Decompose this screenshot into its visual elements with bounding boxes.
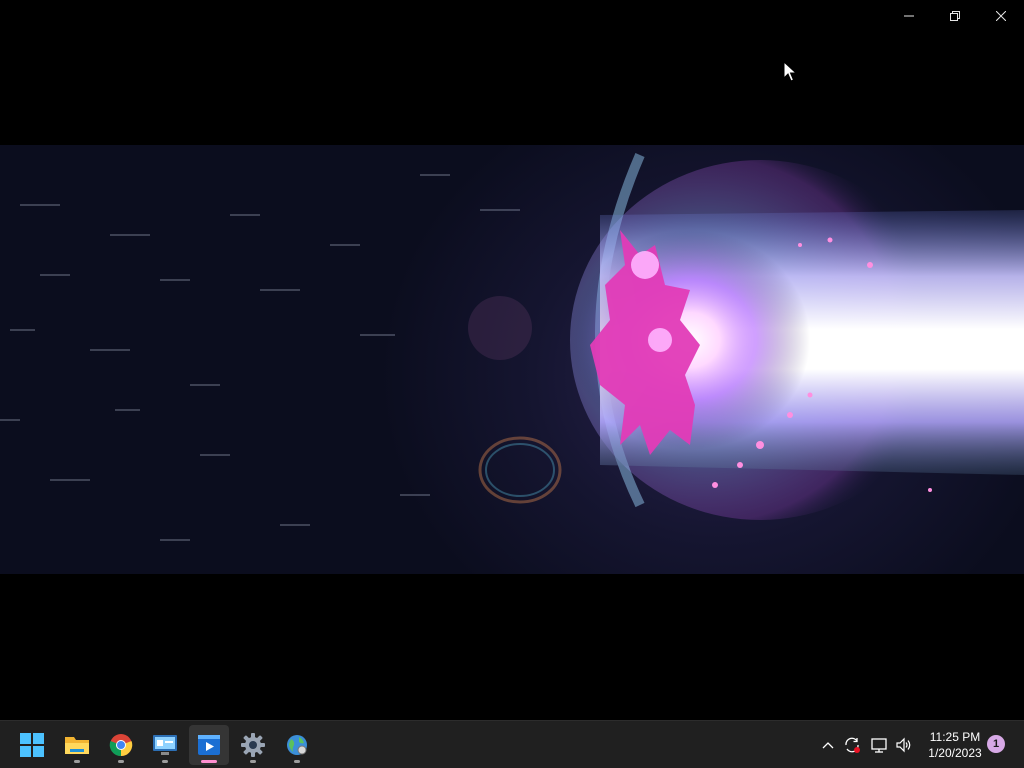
show-hidden-icons-button[interactable] bbox=[818, 733, 838, 757]
globe-icon bbox=[287, 735, 307, 755]
running-indicator bbox=[118, 760, 124, 763]
tray-clock[interactable]: 11:25 PM 1/20/2023 bbox=[922, 729, 988, 761]
notification-badge[interactable]: 1 bbox=[987, 735, 1005, 753]
taskbar-media-player[interactable] bbox=[189, 725, 229, 765]
video-artwork bbox=[0, 153, 1024, 541]
chrome-icon bbox=[109, 734, 133, 757]
mouse-cursor-icon bbox=[783, 61, 797, 82]
network-icon bbox=[871, 738, 887, 753]
running-indicator bbox=[250, 760, 256, 763]
taskbar-chrome[interactable] bbox=[101, 725, 141, 765]
window-controls bbox=[886, 0, 1024, 32]
restore-icon bbox=[950, 11, 960, 21]
running-indicator bbox=[74, 760, 80, 763]
minimize-button[interactable] bbox=[886, 0, 932, 32]
tray-sync[interactable] bbox=[842, 733, 862, 757]
close-icon bbox=[996, 11, 1006, 21]
taskbar-file-explorer[interactable] bbox=[57, 725, 97, 765]
taskbar-settings[interactable] bbox=[233, 725, 273, 765]
tray-volume[interactable] bbox=[894, 733, 914, 757]
close-button[interactable] bbox=[978, 0, 1024, 32]
tray-network[interactable] bbox=[869, 733, 889, 757]
sync-icon bbox=[845, 737, 860, 753]
desktop-screen: 11:25 PM 1/20/2023 1 bbox=[0, 0, 1024, 768]
running-indicator bbox=[294, 760, 300, 763]
video-frame[interactable] bbox=[0, 145, 1024, 574]
volume-icon bbox=[896, 737, 911, 753]
active-indicator bbox=[201, 760, 217, 763]
clock-time: 11:25 PM bbox=[929, 730, 981, 744]
taskbar-network-app[interactable] bbox=[277, 725, 317, 765]
start-button[interactable] bbox=[12, 725, 52, 765]
control-panel-icon bbox=[153, 735, 177, 755]
windows-start-icon bbox=[20, 733, 44, 757]
taskbar: 11:25 PM 1/20/2023 bbox=[0, 720, 1024, 768]
chevron-up-icon bbox=[822, 742, 834, 749]
clock-date: 1/20/2023 bbox=[928, 746, 982, 760]
folder-icon bbox=[65, 737, 89, 754]
media-player-icon bbox=[198, 735, 220, 755]
running-indicator bbox=[162, 760, 168, 763]
restore-button[interactable] bbox=[932, 0, 978, 32]
taskbar-control-panel[interactable] bbox=[145, 725, 185, 765]
gear-icon bbox=[241, 733, 265, 757]
minimize-icon bbox=[904, 15, 914, 17]
